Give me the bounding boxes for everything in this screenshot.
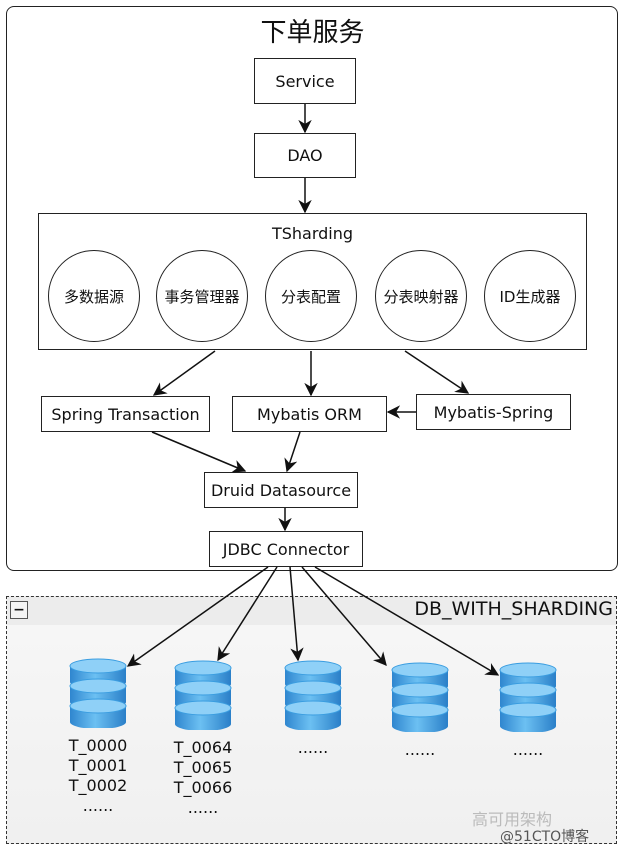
- arrow-tsharding-spring-transaction: [152, 350, 216, 396]
- arrow-tsharding-mybatis-spring: [404, 350, 470, 394]
- arrow-jdbc-db-1: [126, 566, 269, 667]
- arrow-jdbc-db-5: [314, 566, 500, 676]
- arrow-mybatis-orm-druid: [284, 431, 301, 473]
- connector-lines: [126, 104, 500, 676]
- arrow-spring-transaction-druid: [151, 431, 247, 473]
- arrow-jdbc-db-3: [289, 566, 304, 662]
- arrow-jdbc-db-4: [301, 566, 387, 667]
